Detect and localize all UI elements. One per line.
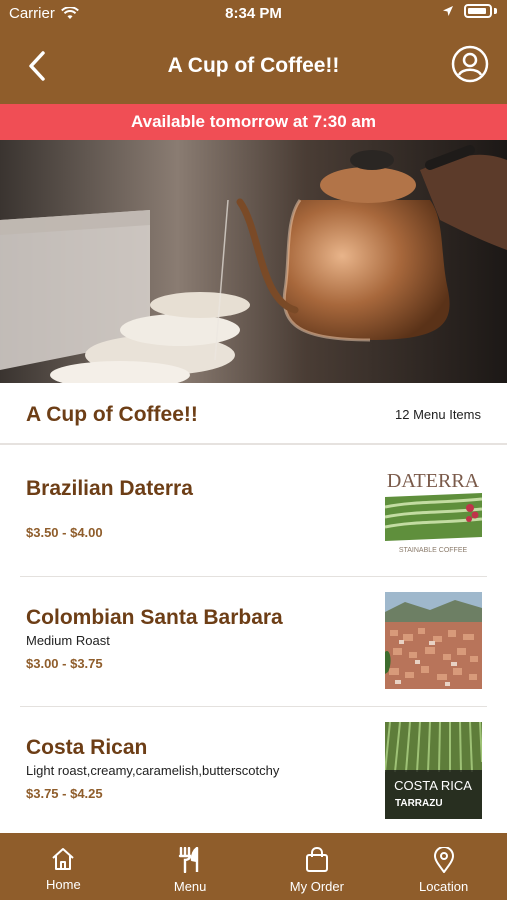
home-icon [52,848,75,870]
item-thumbnail-colombia [385,592,482,689]
tab-menu[interactable]: Menu [127,833,254,900]
store-name: A Cup of Coffee!! [26,403,198,426]
item-price: $3.75 - $4.25 [26,786,103,801]
item-price: $3.50 - $4.00 [26,525,103,540]
thumb-text-top: DATERRA [387,470,480,492]
app-header: Carrier 8:34 PM A Cup of Coffee!! [0,0,507,104]
battery-tip [494,8,497,14]
item-description: Medium Roast [26,633,110,648]
costa-rica-image: COSTA RICA TARRAZU [385,722,482,819]
thumb-text-bottom: TARRAZU [395,798,443,809]
availability-banner: Available tomorrow at 7:30 am [0,104,507,140]
item-name: Costa Rican [26,736,148,759]
item-name: Brazilian Daterra [26,477,193,500]
tab-label: My Order [289,879,344,894]
availability-text: Available tomorrow at 7:30 am [130,112,376,131]
account-button[interactable] [451,45,489,83]
menu-item-brazilian-daterra[interactable]: Brazilian Daterra $3.50 - $4.00 DATERRA … [0,447,507,577]
shopping-bag-icon [305,847,328,872]
item-thumbnail-costa-rica: COSTA RICA TARRAZU [385,722,482,819]
thumb-text-top: COSTA RICA [394,778,472,793]
kettle-photo [0,140,507,383]
user-circle-icon [451,45,489,83]
item-price: $3.00 - $3.75 [26,656,103,671]
store-header: A Cup of Coffee!! 12 Menu Items [0,383,507,445]
hero-image [0,140,507,383]
tab-label: Location [419,879,469,894]
menu-item-count: 12 Menu Items [395,407,481,422]
item-description: Light roast,creamy,caramelish,butterscot… [26,763,280,778]
location-arrow-icon [443,6,453,16]
tab-my-order[interactable]: My Order [254,833,381,900]
battery-icon [464,4,492,18]
medellin-city-image [385,592,482,689]
item-name: Colombian Santa Barbara [26,606,283,629]
bottom-tab-bar: Home Menu My Order Location [0,833,507,900]
status-time: 8:34 PM [225,5,282,22]
menu-item-costa-rican[interactable]: Costa Rican Light roast,creamy,caramelis… [0,707,507,837]
page-title: A Cup of Coffee!! [167,54,340,77]
menu-item-colombian-santa-barbara[interactable]: Colombian Santa Barbara Medium Roast $3.… [0,577,507,707]
status-bar: Carrier 8:34 PM [0,0,507,28]
daterra-logo-image: DATERRA STAINABLE COFFEE [385,463,482,560]
status-right [442,4,497,18]
item-thumbnail-daterra: DATERRA STAINABLE COFFEE [385,463,482,560]
map-pin-icon [433,847,454,873]
tab-location[interactable]: Location [380,833,507,900]
tab-label: Home [46,877,81,892]
fork-knife-icon [178,847,199,873]
thumb-text-bottom: STAINABLE COFFEE [399,547,468,554]
tab-label: Menu [173,879,207,894]
tab-home[interactable]: Home [0,833,127,900]
